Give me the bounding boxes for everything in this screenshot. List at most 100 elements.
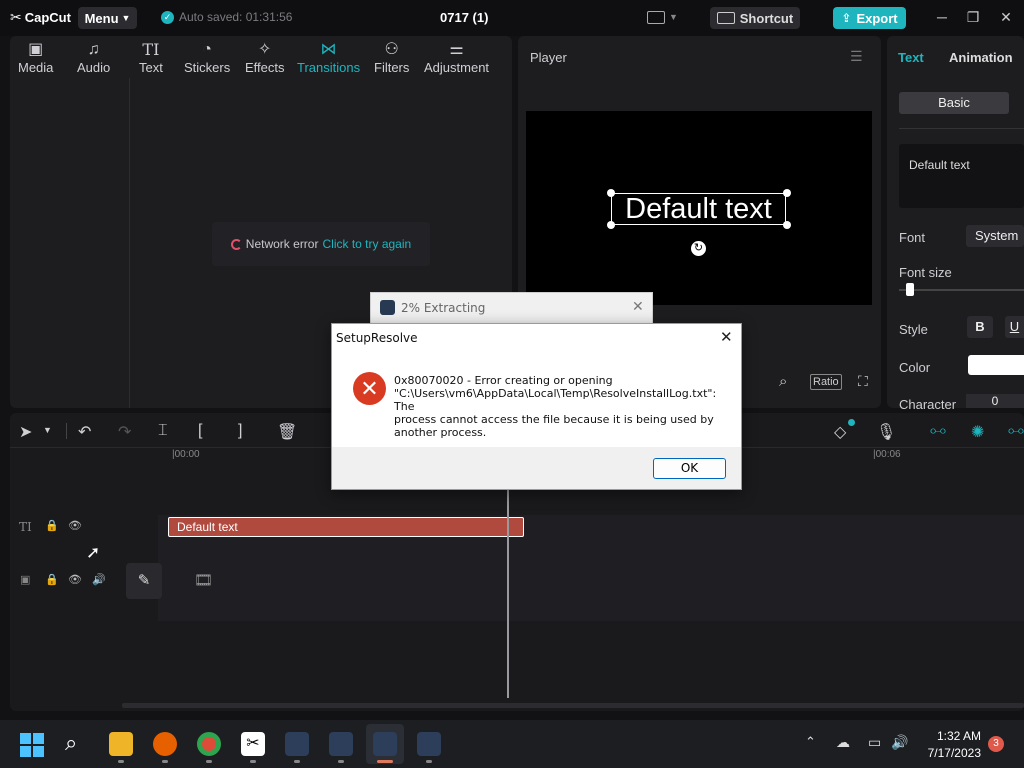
clock-date[interactable]: 7/17/2023 xyxy=(923,746,981,760)
cloud-icon[interactable]: ☁ xyxy=(836,734,850,751)
speaker-icon[interactable]: 🔊 xyxy=(92,573,106,586)
project-title[interactable]: 0717 (1) xyxy=(440,10,488,25)
text-track-icon: TI xyxy=(19,520,32,534)
trim-left-icon[interactable]: [ xyxy=(198,422,202,440)
lock-icon[interactable]: 🔒 xyxy=(45,519,59,532)
ok-button[interactable]: OK xyxy=(653,458,726,479)
retry-link[interactable]: Click to try again xyxy=(322,237,411,251)
adjustment-icon: ⚌ xyxy=(449,41,464,58)
resize-handle[interactable] xyxy=(607,189,615,197)
color-swatch[interactable] xyxy=(968,355,1024,375)
resize-handle[interactable] xyxy=(607,221,615,229)
file-explorer-icon[interactable] xyxy=(109,732,133,756)
redo-icon[interactable]: ↷ xyxy=(118,422,131,442)
toolbar-divider xyxy=(66,423,67,439)
keyframe-icon[interactable]: ◇ xyxy=(834,422,846,442)
text-clip[interactable]: Default text xyxy=(168,517,524,537)
divider xyxy=(899,128,1024,129)
player-canvas[interactable]: Default text ↻ xyxy=(526,111,872,305)
eye-icon[interactable]: 👁 xyxy=(68,519,82,532)
zoom-icon[interactable]: ⌕ xyxy=(779,373,787,390)
fullscreen-icon[interactable]: ⛶ xyxy=(858,373,868,390)
lock-icon[interactable]: 🔒 xyxy=(45,573,59,586)
filmstrip-icon[interactable]: 🎞 xyxy=(194,571,213,589)
search-icon[interactable]: ⌕ xyxy=(65,730,77,756)
playhead[interactable] xyxy=(507,488,509,698)
canvas-text-box[interactable]: Default text xyxy=(611,193,786,225)
export-button[interactable]: ⇪ Export xyxy=(833,7,906,29)
effects-icon: ✧ xyxy=(258,41,272,58)
tab-animation[interactable]: Animation xyxy=(949,50,1013,65)
underline-button[interactable]: U xyxy=(1005,316,1024,338)
font-size-label: Font size xyxy=(899,265,952,280)
shortcut-button[interactable]: Shortcut xyxy=(710,7,800,29)
microphone-icon[interactable]: 🎙 xyxy=(876,422,896,442)
player-menu-icon[interactable]: ☰ xyxy=(850,48,863,65)
error-message-line: 0x80070020 - Error creating or opening xyxy=(394,374,613,387)
edit-cover-button[interactable]: ✎ xyxy=(126,563,162,599)
close-window-icon[interactable]: ✕ xyxy=(996,9,1016,26)
chrome-icon[interactable] xyxy=(197,732,221,756)
close-icon[interactable]: ✕ xyxy=(632,298,644,315)
maximize-icon[interactable]: ❐ xyxy=(963,9,983,26)
select-tool-icon[interactable]: ➤ xyxy=(19,422,32,442)
snap-icon[interactable]: ⧟ xyxy=(1008,422,1024,440)
layout-icon[interactable] xyxy=(647,11,665,24)
split-icon[interactable]: ⌶ xyxy=(158,422,168,440)
time-marker-end: |00:06 xyxy=(873,449,901,460)
magnet-icon[interactable]: ✺ xyxy=(971,422,984,442)
color-label: Color xyxy=(899,360,931,375)
davinci-resolve-icon[interactable] xyxy=(329,732,353,756)
subtab-basic[interactable]: Basic xyxy=(899,92,1009,114)
close-icon[interactable]: ✕ xyxy=(720,328,733,346)
network-icon[interactable]: ▭ xyxy=(868,734,881,751)
character-label: Character xyxy=(899,397,957,412)
layout-chevron-icon[interactable]: ▼ xyxy=(669,12,678,22)
tool-text[interactable]: TI Text xyxy=(139,40,163,75)
tool-effects[interactable]: ✧ Effects xyxy=(245,40,285,75)
mouse-cursor-icon: ➚ xyxy=(86,543,101,562)
font-select[interactable]: System xyxy=(966,225,1024,247)
link-icon[interactable]: ⧟ xyxy=(930,422,946,440)
font-size-slider-handle[interactable] xyxy=(906,283,914,296)
notification-badge[interactable]: 3 xyxy=(988,736,1004,752)
character-input[interactable]: 0 xyxy=(966,394,1024,408)
rotate-icon[interactable]: ↻ xyxy=(691,241,706,256)
windows-start-icon[interactable] xyxy=(20,733,44,757)
tool-filters[interactable]: ⚇ Filters xyxy=(374,40,409,75)
text-icon: TI xyxy=(142,40,160,59)
tool-audio[interactable]: ♫ Audio xyxy=(77,40,110,75)
chevron-down-icon[interactable]: ▼ xyxy=(43,425,52,435)
resize-handle[interactable] xyxy=(783,221,791,229)
davinci-resolve-icon[interactable] xyxy=(417,732,441,756)
bold-button[interactable]: B xyxy=(967,316,993,338)
network-error-text: Network error xyxy=(245,237,319,251)
ratio-button[interactable]: Ratio xyxy=(810,374,842,390)
tool-stickers[interactable]: ◔ Stickers xyxy=(184,40,230,75)
volume-icon[interactable]: 🔊 xyxy=(891,734,908,751)
clock-time[interactable]: 1:32 AM xyxy=(933,729,981,743)
tool-transitions[interactable]: ⋈ Transitions xyxy=(297,40,360,75)
shortcut-label: Shortcut xyxy=(739,10,794,26)
menu-button[interactable]: Menu ▼ xyxy=(78,7,137,29)
tool-media[interactable]: ▣ Media xyxy=(18,40,53,75)
delete-icon[interactable]: 🗑 xyxy=(277,422,297,442)
timeline-scrollbar[interactable] xyxy=(122,703,1024,708)
text-input[interactable]: Default text xyxy=(899,144,1024,208)
resize-handle[interactable] xyxy=(783,189,791,197)
trim-right-icon[interactable]: ] xyxy=(238,422,242,440)
chevron-up-icon[interactable]: ⌃ xyxy=(805,734,816,750)
font-size-slider[interactable] xyxy=(899,289,1024,291)
tool-adjustment[interactable]: ⚌ Adjustment xyxy=(424,40,489,75)
network-error-message: Network error Click to try again xyxy=(212,222,430,266)
eye-icon[interactable]: 👁 xyxy=(68,573,82,586)
firefox-icon[interactable] xyxy=(153,732,177,756)
undo-icon[interactable]: ↶ xyxy=(78,422,91,442)
tab-text[interactable]: Text xyxy=(898,50,924,65)
capcut-taskbar-icon[interactable]: ✂ xyxy=(241,732,265,756)
davinci-resolve-icon[interactable] xyxy=(285,732,309,756)
taskbar: ⌕ ✂ ⌃ ☁ ▭ 🔊 1:32 AM 7/17/2023 3 xyxy=(0,720,1024,768)
davinci-resolve-icon xyxy=(380,300,395,315)
davinci-resolve-icon[interactable] xyxy=(373,732,397,756)
minimize-icon[interactable]: ─ xyxy=(932,9,952,25)
